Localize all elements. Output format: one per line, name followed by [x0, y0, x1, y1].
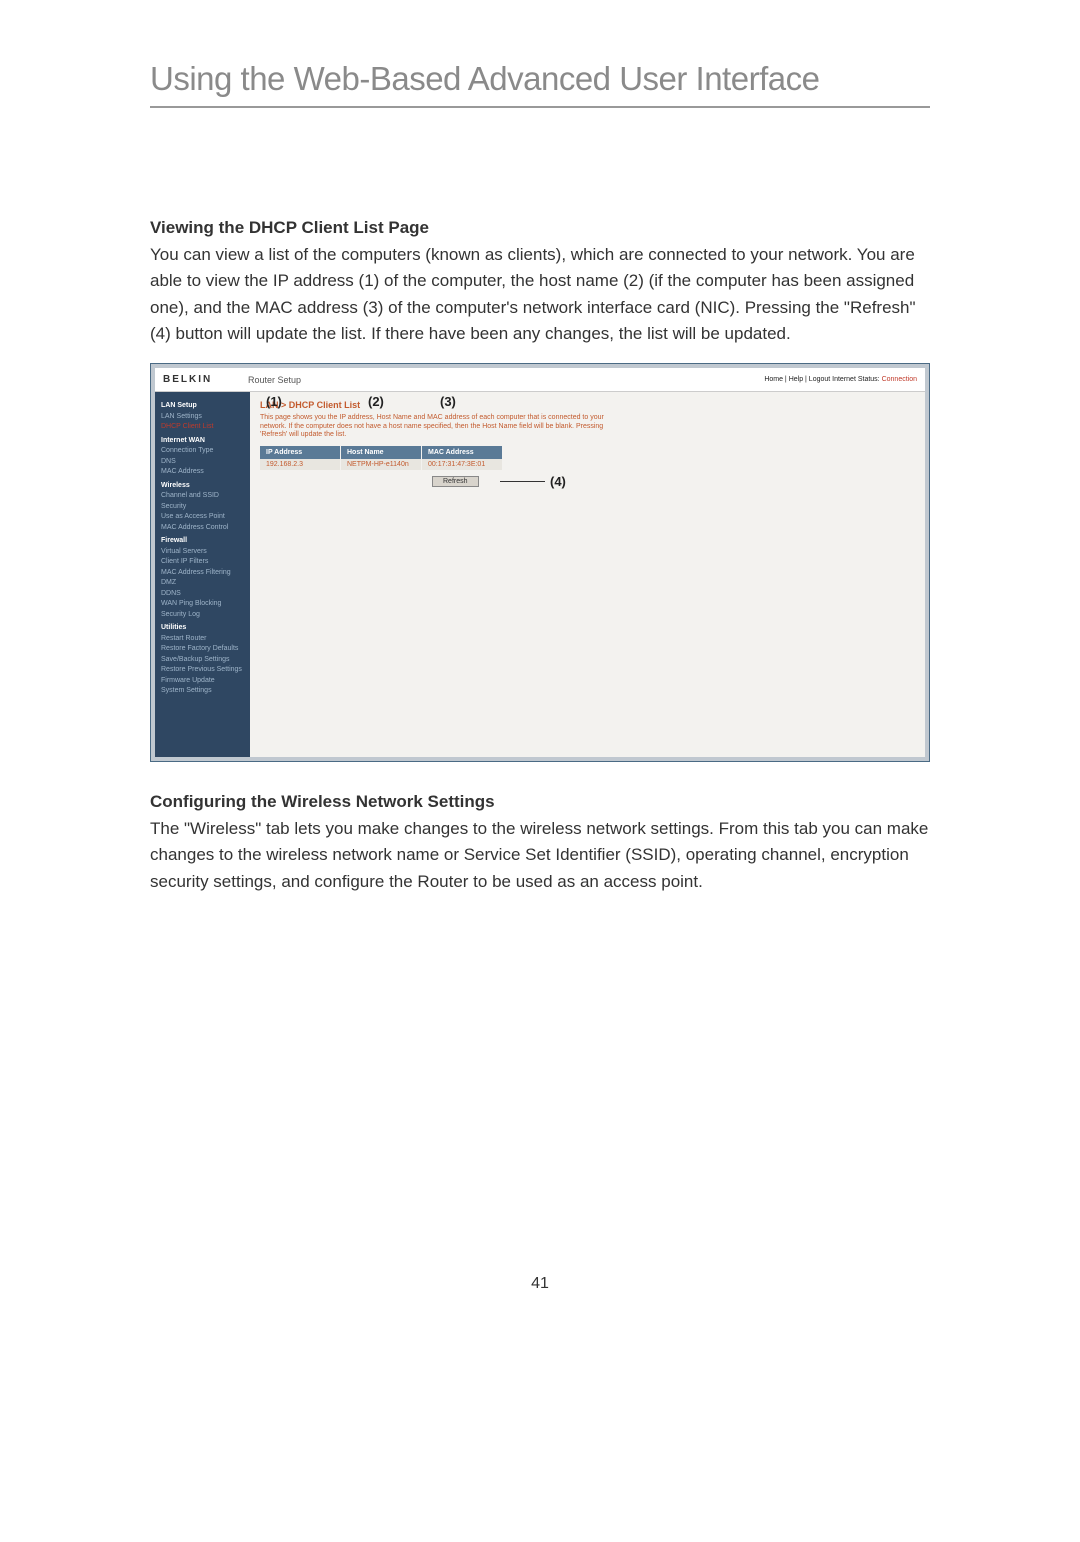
sidebar-item-channel-ssid[interactable]: Channel and SSID: [161, 491, 244, 502]
brand-logo: BELKIN: [163, 374, 248, 385]
col-ip-header: IP Address: [260, 446, 340, 459]
refresh-button[interactable]: Refresh: [432, 476, 479, 487]
router-screenshot: BELKIN Router Setup Home | Help | Logout…: [150, 363, 930, 762]
sidebar-item-connection-type[interactable]: Connection Type: [161, 446, 244, 457]
page-title: Using the Web-Based Advanced User Interf…: [150, 60, 930, 108]
sidebar-item-restore-previous[interactable]: Restore Previous Settings: [161, 665, 244, 676]
sidebar-item-restart[interactable]: Restart Router: [161, 634, 244, 645]
section1-body: You can view a list of the computers (kn…: [150, 242, 930, 347]
sidebar-item-firmware-update[interactable]: Firmware Update: [161, 676, 244, 687]
screenshot-header: BELKIN Router Setup Home | Help | Logout…: [155, 368, 925, 392]
sidebar: LAN Setup LAN Settings DHCP Client List …: [155, 392, 250, 757]
dhcp-client-list-title: LAN > DHCP Client List: [260, 400, 915, 410]
section2-heading: Configuring the Wireless Network Setting…: [150, 792, 930, 812]
main-panel: LAN > DHCP Client List This page shows y…: [250, 392, 925, 757]
sidebar-item-dhcp-client-list[interactable]: DHCP Client List: [161, 422, 244, 433]
sidebar-item-client-ip-filters[interactable]: Client IP Filters: [161, 557, 244, 568]
sidebar-item-save-backup[interactable]: Save/Backup Settings: [161, 655, 244, 666]
sidebar-item-lan-settings[interactable]: LAN Settings: [161, 412, 244, 423]
section1-heading: Viewing the DHCP Client List Page: [150, 218, 930, 238]
sidebar-item-wan-ping[interactable]: WAN Ping Blocking: [161, 599, 244, 610]
dhcp-client-list-description: This page shows you the IP address, Host…: [260, 414, 620, 439]
callout-3: (3): [440, 394, 456, 409]
sidebar-item-mac-filtering[interactable]: MAC Address Filtering: [161, 568, 244, 579]
sidebar-cat-firewall: Firewall: [161, 536, 244, 547]
sidebar-cat-utilities: Utilities: [161, 623, 244, 634]
callout-4-line: [500, 481, 545, 482]
router-setup-label: Router Setup: [248, 375, 764, 385]
sidebar-item-security[interactable]: Security: [161, 502, 244, 513]
col-mac-header: MAC Address: [422, 446, 502, 459]
cell-mac: 00:17:31:47:3E:01: [422, 459, 502, 470]
sidebar-item-security-log[interactable]: Security Log: [161, 610, 244, 621]
sidebar-item-mac-control[interactable]: MAC Address Control: [161, 523, 244, 534]
sidebar-item-virtual-servers[interactable]: Virtual Servers: [161, 547, 244, 558]
sidebar-item-mac-address[interactable]: MAC Address: [161, 467, 244, 478]
page-number: 41: [150, 1275, 930, 1293]
sidebar-item-dns[interactable]: DNS: [161, 457, 244, 468]
callout-1: (1): [266, 394, 282, 409]
col-host-header: Host Name: [341, 446, 421, 459]
sidebar-cat-lan: LAN Setup: [161, 401, 244, 412]
sidebar-cat-wan: Internet WAN: [161, 436, 244, 447]
top-nav: Home | Help | Logout Internet Status: Co…: [764, 376, 917, 383]
sidebar-item-dmz[interactable]: DMZ: [161, 578, 244, 589]
sidebar-item-access-point[interactable]: Use as Access Point: [161, 512, 244, 523]
sidebar-item-ddns[interactable]: DDNS: [161, 589, 244, 600]
top-nav-links: Home | Help | Logout Internet Status:: [764, 376, 879, 383]
callout-2: (2): [368, 394, 384, 409]
cell-host: NETPM-HP-e1140n: [341, 459, 421, 470]
cell-ip: 192.168.2.3: [260, 459, 340, 470]
section2-body: The "Wireless" tab lets you make changes…: [150, 816, 930, 895]
callout-4: (4): [550, 474, 566, 489]
sidebar-item-restore-defaults[interactable]: Restore Factory Defaults: [161, 644, 244, 655]
internet-status-value: Connection: [882, 376, 917, 383]
sidebar-item-system-settings[interactable]: System Settings: [161, 686, 244, 697]
client-table: IP Address 192.168.2.3 Host Name NETPM-H…: [260, 446, 915, 470]
sidebar-cat-wireless: Wireless: [161, 481, 244, 492]
